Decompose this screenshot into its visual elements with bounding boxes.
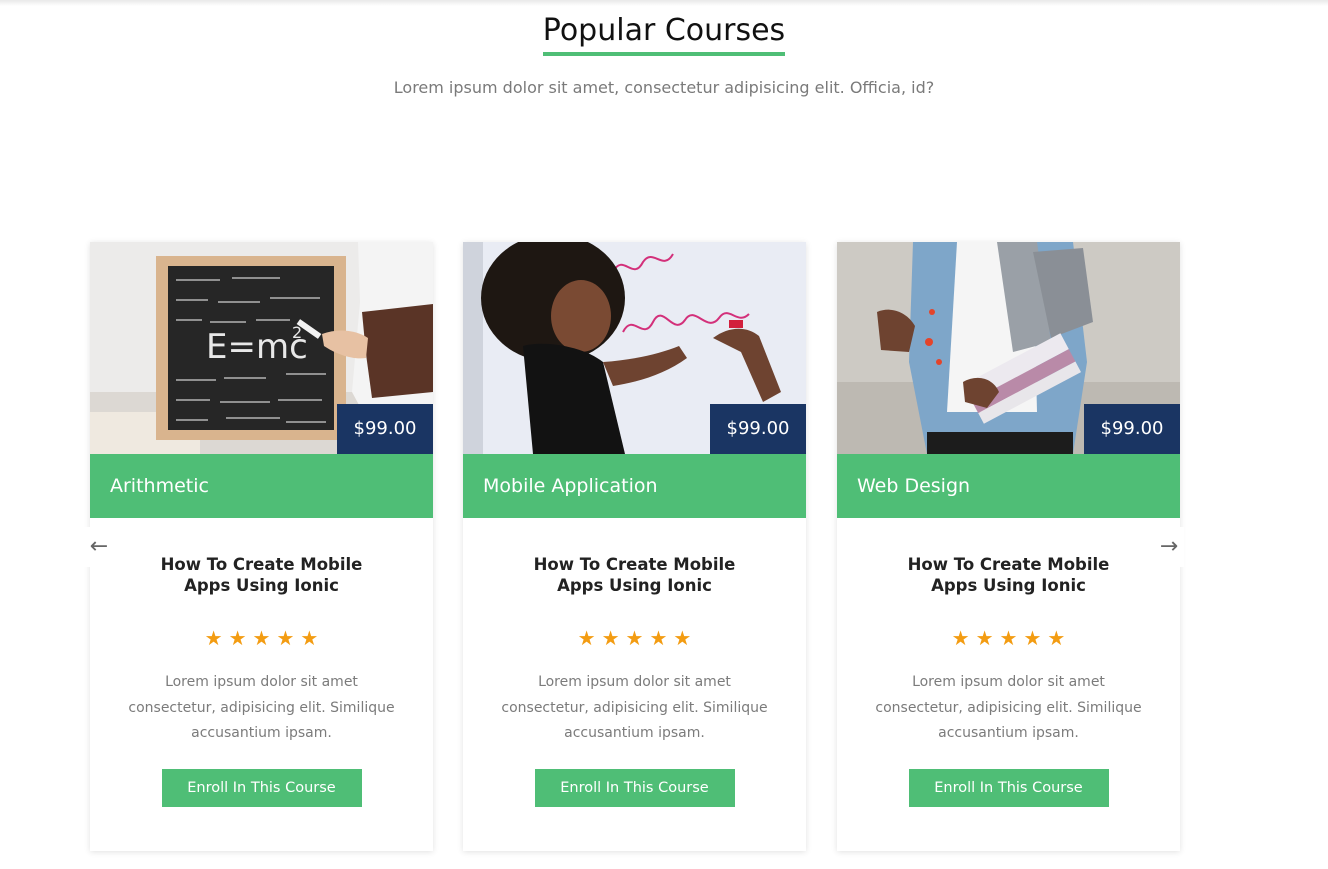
- enroll-button[interactable]: Enroll In This Course: [908, 768, 1109, 807]
- carousel-next-arrow-icon[interactable]: →: [1154, 527, 1184, 567]
- star-icon: ★: [228, 626, 247, 650]
- star-icon: ★: [300, 626, 319, 650]
- star-icon: ★: [276, 626, 295, 650]
- price-badge: $99.00: [1084, 404, 1180, 454]
- star-icon: ★: [601, 626, 620, 650]
- star-rating: ★ ★ ★ ★ ★: [873, 626, 1144, 650]
- price-badge: $99.00: [337, 404, 433, 454]
- section-subtitle: Lorem ipsum dolor sit amet, consectetur …: [393, 78, 935, 97]
- course-category: Web Design: [837, 454, 1180, 518]
- star-icon: ★: [999, 626, 1018, 650]
- enroll-button[interactable]: Enroll In This Course: [534, 768, 735, 807]
- course-category: Arithmetic: [90, 454, 433, 518]
- star-icon: ★: [673, 626, 692, 650]
- star-icon: ★: [1047, 626, 1066, 650]
- star-icon: ★: [204, 626, 223, 650]
- star-icon: ★: [975, 626, 994, 650]
- course-card: $99.00 Web Design How To Create Mobile A…: [837, 242, 1180, 851]
- course-title: How To Create Mobile Apps Using Ionic: [160, 555, 363, 595]
- card-body: How To Create Mobile Apps Using Ionic ★ ★…: [463, 554, 806, 807]
- section-header: Popular Courses Lorem ipsum dolor sit am…: [0, 12, 1328, 98]
- star-icon: ★: [1023, 626, 1042, 650]
- course-description: Lorem ipsum dolor sit amet consectetur, …: [501, 674, 768, 741]
- enroll-button[interactable]: Enroll In This Course: [161, 768, 362, 807]
- course-card: $99.00 Mobile Application How To Create …: [463, 242, 806, 851]
- course-image-student-books: $99.00: [837, 242, 1180, 454]
- course-card: E=mc 2 $99.00 Arithmetic How To Create M…: [90, 242, 433, 851]
- star-rating: ★ ★ ★ ★ ★: [126, 626, 397, 650]
- star-icon: ★: [577, 626, 596, 650]
- star-icon: ★: [951, 626, 970, 650]
- course-image-whiteboard: $99.00: [463, 242, 806, 454]
- course-category: Mobile Application: [463, 454, 806, 518]
- section-title: Popular Courses: [542, 12, 786, 56]
- star-rating: ★ ★ ★ ★ ★: [499, 626, 770, 650]
- carousel-prev-arrow-icon[interactable]: ←: [84, 527, 114, 567]
- course-description: Lorem ipsum dolor sit amet consectetur, …: [128, 674, 395, 741]
- price-badge: $99.00: [710, 404, 806, 454]
- header-shadow: [0, 0, 1328, 6]
- star-icon: ★: [649, 626, 668, 650]
- star-icon: ★: [252, 626, 271, 650]
- star-icon: ★: [625, 626, 644, 650]
- card-body: How To Create Mobile Apps Using Ionic ★ ★…: [837, 554, 1180, 807]
- course-title: How To Create Mobile Apps Using Ionic: [533, 555, 736, 595]
- course-image-chalkboard: E=mc 2 $99.00: [90, 242, 433, 454]
- course-description: Lorem ipsum dolor sit amet consectetur, …: [875, 674, 1142, 741]
- card-body: How To Create Mobile Apps Using Ionic ★ ★…: [90, 554, 433, 807]
- course-title: How To Create Mobile Apps Using Ionic: [907, 555, 1110, 595]
